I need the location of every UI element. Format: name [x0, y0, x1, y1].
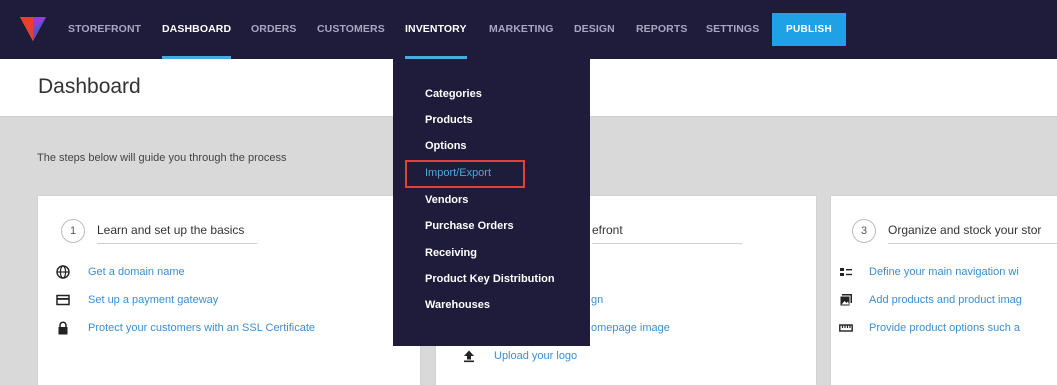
menu-item-purchase-orders[interactable]: Purchase Orders — [425, 220, 514, 232]
nav-storefront[interactable]: STOREFRONT — [68, 0, 141, 59]
publish-button[interactable]: PUBLISH — [772, 13, 846, 46]
nav-design[interactable]: DESIGN — [574, 0, 615, 59]
menu-item-products[interactable]: Products — [425, 114, 473, 126]
step-title-fragment: efront — [592, 223, 623, 237]
nav-reports[interactable]: REPORTS — [636, 0, 687, 59]
nav-dashboard[interactable]: DASHBOARD — [162, 0, 232, 59]
step-number: 1 — [61, 219, 85, 243]
top-navigation: STOREFRONT DASHBOARD ORDERS CUSTOMERS IN… — [0, 0, 1057, 59]
link-label: Provide product options such a — [869, 322, 1021, 334]
menu-item-product-key-distribution[interactable]: Product Key Distribution — [425, 273, 555, 285]
nav-inventory-label: INVENTORY — [405, 23, 467, 35]
link-ssl[interactable]: Protect your customers with an SSL Certi… — [56, 321, 396, 337]
highlight-box — [405, 160, 525, 188]
link-upload-logo[interactable]: Upload your logo — [462, 349, 662, 365]
step-number: 3 — [852, 219, 876, 243]
image-icon — [839, 294, 852, 307]
menu-item-categories[interactable]: Categories — [425, 88, 482, 100]
link-design-fragment[interactable]: gn — [591, 293, 691, 309]
step-divider — [592, 243, 742, 244]
lock-icon — [58, 321, 68, 335]
nav-marketing[interactable]: MARKETING — [489, 0, 553, 59]
link-label: omepage image — [591, 322, 670, 334]
nav-orders[interactable]: ORDERS — [251, 0, 297, 59]
brand-logo-icon[interactable] — [18, 13, 48, 43]
step-title: Organize and stock your stor — [888, 223, 1042, 237]
menu-item-warehouses[interactable]: Warehouses — [425, 299, 490, 311]
guide-text: The steps below will guide you through t… — [37, 152, 287, 164]
link-label: Protect your customers with an SSL Certi… — [88, 322, 316, 334]
inventory-dropdown: Categories Products Options Import/Expor… — [393, 59, 590, 346]
link-label: Set up a payment gateway — [88, 294, 219, 306]
menu-item-vendors[interactable]: Vendors — [425, 194, 468, 206]
menu-item-receiving[interactable]: Receiving — [425, 247, 477, 259]
link-navigation[interactable]: Define your main navigation wi — [839, 265, 1057, 281]
credit-card-icon — [56, 294, 70, 306]
step-card-1: 1 Learn and set up the basics Get a doma… — [37, 195, 421, 385]
nav-dashboard-label: DASHBOARD — [162, 23, 232, 35]
link-label: Define your main navigation wi — [869, 266, 1019, 278]
upload-icon — [464, 350, 474, 363]
link-label: Upload your logo — [494, 350, 578, 362]
ruler-icon — [839, 324, 853, 332]
link-product-images[interactable]: Add products and product imag — [839, 293, 1057, 309]
link-product-options[interactable]: Provide product options such a — [839, 321, 1057, 337]
link-payment-gateway[interactable]: Set up a payment gateway — [56, 293, 396, 309]
navigation-icon — [840, 268, 852, 276]
globe-icon — [56, 265, 70, 279]
link-domain[interactable]: Get a domain name — [56, 265, 396, 281]
step-title: Learn and set up the basics — [97, 223, 245, 237]
step-card-3: 3 Organize and stock your stor Define yo… — [830, 195, 1057, 385]
link-label: Get a domain name — [88, 266, 185, 278]
step-divider — [97, 243, 257, 244]
page-title: Dashboard — [38, 75, 141, 98]
link-label: Add products and product imag — [869, 294, 1022, 306]
step-divider — [888, 243, 1057, 244]
menu-item-options[interactable]: Options — [425, 140, 467, 152]
nav-settings[interactable]: SETTINGS — [706, 0, 759, 59]
link-homepage-image-fragment[interactable]: omepage image — [591, 321, 791, 337]
nav-customers[interactable]: CUSTOMERS — [317, 0, 385, 59]
link-label: gn — [591, 294, 604, 306]
nav-inventory[interactable]: INVENTORY — [405, 0, 467, 59]
